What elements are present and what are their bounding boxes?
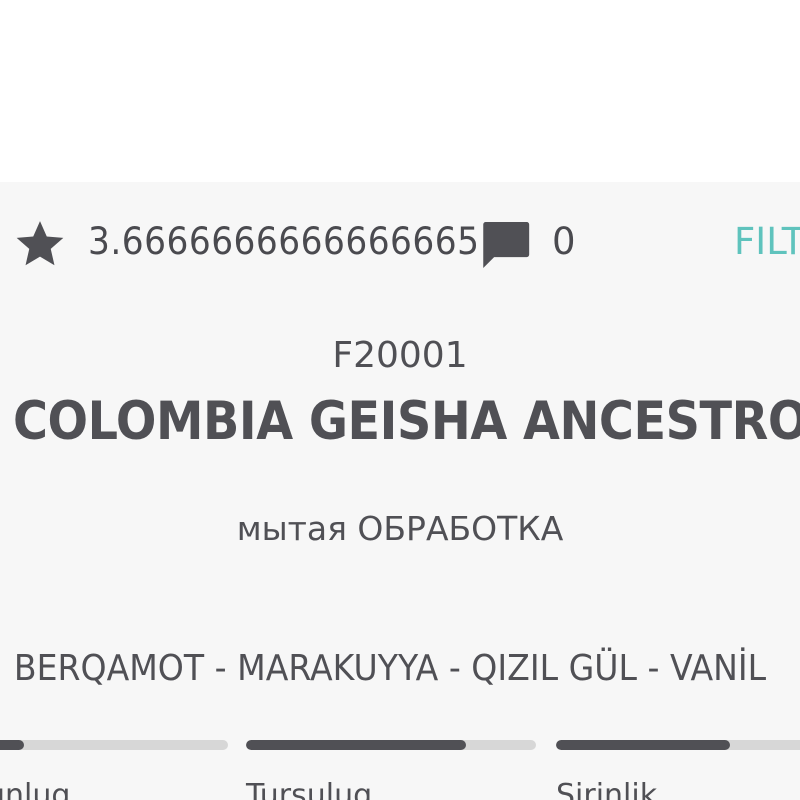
product-code: F20001 [332,335,468,376]
attribute-bar-fill-1 [0,740,25,750]
attribute-bar-fill-3 [556,740,730,750]
attribute-bar-fill-2 [246,740,467,750]
attribute-label-1: unluq [0,778,71,800]
processing-method: мытая ОБРАБОТКА [236,509,564,548]
attribute-bar-1 [0,740,228,750]
rating-value: 3.6666666666666665 [88,220,480,263]
stats-row: 3.6666666666666665 0 FILT [0,210,800,270]
comment-icon [483,222,530,268]
filter-link[interactable]: FILT [734,220,800,264]
attribute-label-2: Turşuluq [246,778,373,800]
product-card: 3.6666666666666665 0 FILT F20001 COLOMBI… [0,182,800,800]
comment-count: 0 [552,220,576,263]
star-icon [16,221,64,266]
flavor-notes: BERQAMOT - MARAKUYYA - QIZIL GÜL - VANİL [13,648,767,689]
attribute-label-3: Şirinlik [556,778,658,800]
attribute-bar-2 [246,740,536,750]
top-blank-area [0,0,800,182]
product-name: COLOMBIA GEISHA ANCESTRO [13,391,800,452]
attribute-bar-3 [556,740,800,750]
